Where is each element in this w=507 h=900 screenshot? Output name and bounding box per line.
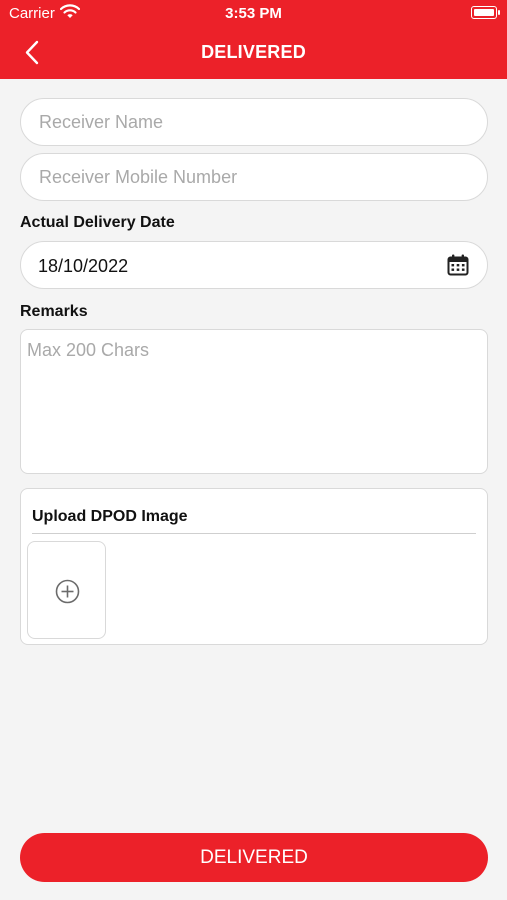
header-bar: Carrier 3:53 PM DELIVERED: [0, 0, 507, 79]
page-title: DELIVERED: [201, 42, 306, 62]
calendar-icon[interactable]: [447, 254, 469, 276]
remarks-label: Remarks: [20, 303, 88, 320]
plus-circle-icon: [55, 579, 80, 604]
add-image-button[interactable]: [27, 541, 106, 639]
receiver-mobile-input[interactable]: [20, 153, 488, 201]
upload-divider: [32, 533, 476, 534]
upload-dpod-title: Upload DPOD Image: [32, 508, 188, 525]
delivery-date-label: Actual Delivery Date: [20, 214, 175, 231]
status-time: 3:53 PM: [225, 5, 282, 22]
receiver-name-input[interactable]: [20, 98, 488, 146]
battery-icon: [471, 6, 500, 19]
delivered-submit-button[interactable]: DELIVERED: [20, 833, 488, 882]
remarks-textarea[interactable]: [20, 329, 488, 474]
upload-dpod-card: Upload DPOD Image: [20, 488, 488, 645]
delivery-date-value: 18/10/2022: [38, 256, 129, 276]
status-bar: Carrier 3:53 PM: [0, 0, 507, 28]
